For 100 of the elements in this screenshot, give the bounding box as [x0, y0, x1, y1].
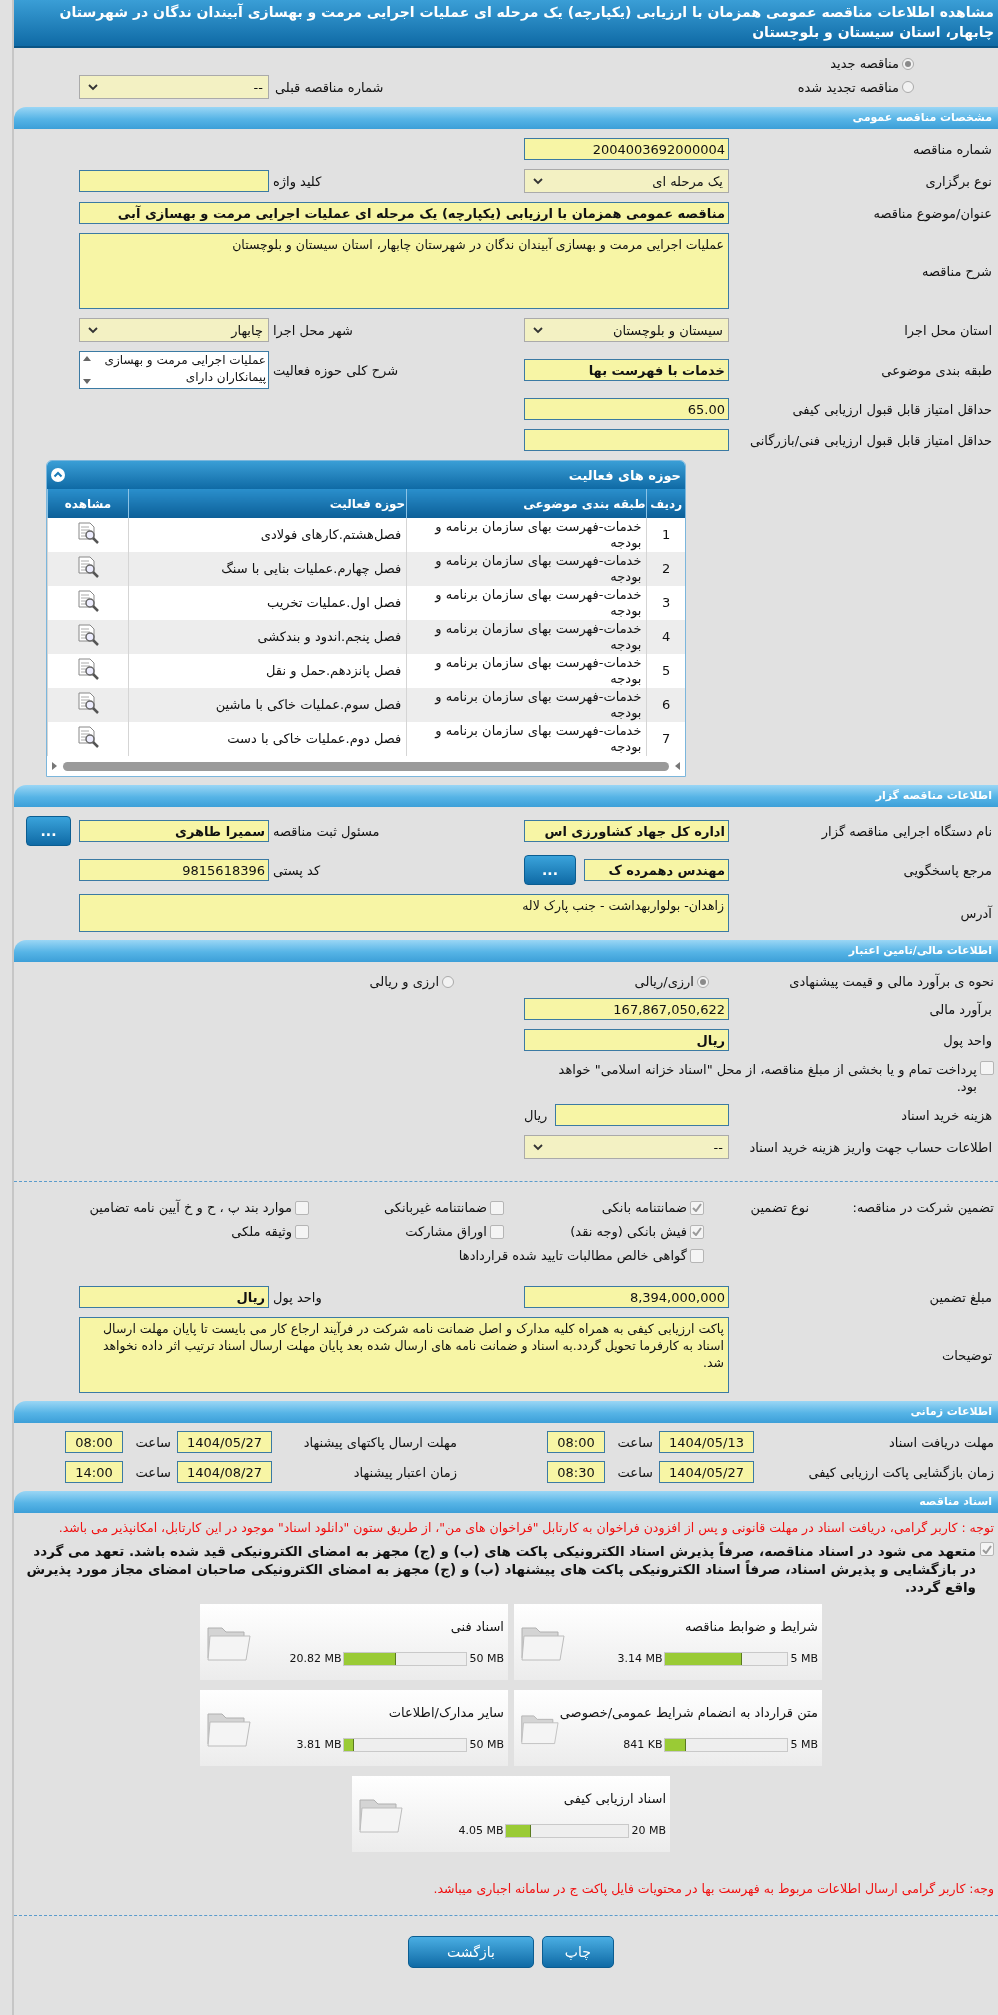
- column-header: ردیف: [647, 489, 685, 518]
- field-label: مبلغ تضمین: [928, 1289, 993, 1305]
- radio-label: ارزی و ریالی: [369, 974, 439, 989]
- checkbox-label: گواهی خالص مطالبات تایید شده قراردادها: [458, 1248, 687, 1263]
- table-cell: فصل چهارم.عملیات بنایی با سنگ: [128, 552, 407, 586]
- file-name: متن قرارداد به انضمام شرایط عمومی/خصوصی: [559, 1704, 818, 1720]
- action-button[interactable]: بازگشت: [408, 1936, 534, 1968]
- action-button[interactable]: چاپ: [541, 1936, 614, 1968]
- date-field[interactable]: 1404/05/27: [659, 1461, 754, 1483]
- date-field[interactable]: 1404/08/27: [177, 1461, 272, 1483]
- field-label: مهلت دریافت اسناد: [887, 1434, 994, 1450]
- input-field[interactable]: مناقصه عمومی همزمان با ارزیابی (یکپارچه) یک مرحله ای عملیات اجرایی مرمت و بهسازی آبی: [79, 202, 729, 224]
- time-field[interactable]: 14:00: [65, 1461, 123, 1483]
- field-label: آدرس: [959, 905, 994, 921]
- unit-label: ریال: [524, 1107, 548, 1123]
- select-field[interactable]: سیستان و بلوچستان: [524, 318, 729, 342]
- input-field[interactable]: 9815618396: [79, 859, 269, 881]
- input-field[interactable]: 8,394,000,000: [524, 1286, 729, 1308]
- column-header: طبقه بندی موضوعی: [406, 489, 647, 518]
- section-header: مشخصات مناقصه عمومی: [14, 107, 998, 129]
- field-label: ساعت: [134, 1434, 172, 1450]
- select-field[interactable]: --: [79, 75, 269, 99]
- field-label: عنوان/موضوع مناقصه: [872, 205, 993, 221]
- text-area[interactable]: پاکت ارزیابی کیفی به همراه کلیه مدارک و اصل ضمانت نامه شرکت در فرآیند ارجاع کار می بایست تا پایان مهلت ارسال اسناد به کارفرما تحویل گردد.به اسناد و ضمانت نامه های ارسال شده بعد پایان مهلت ارسال اسناد ترتیب اثر داده نخواهد شد.: [79, 1317, 729, 1393]
- notice-text: توجه : کاربر گرامی، دریافت اسناد در مهلت قانونی و پس از افزودن فراخوان به کارتابل "فراخوان های من"، از طریق ستون "دانلود اسناد" موجود در این کارتابل، امکانپذیر می باشد.: [57, 1519, 995, 1536]
- browse-button[interactable]: ...: [26, 816, 71, 846]
- time-field[interactable]: 08:00: [547, 1431, 605, 1453]
- select-field[interactable]: --: [524, 1135, 729, 1159]
- field-label: حداقل امتیاز قابل قبول ارزیابی فنی/بازرگانی: [748, 432, 993, 448]
- checkbox-label: اوراق مشارکت: [405, 1224, 487, 1239]
- input-field[interactable]: مهندس دهمرده ک: [584, 859, 729, 881]
- file-size: 20.82 MB: [289, 1652, 342, 1665]
- field-label: مسئول ثبت مناقصه: [272, 823, 381, 839]
- file-size: 841 KB: [623, 1738, 663, 1751]
- input-field[interactable]: اداره کل جهاد کشاورزی اس: [524, 820, 729, 842]
- input-field[interactable]: 2004003692000004: [524, 138, 729, 160]
- page-title: مشاهده اطلاعات مناقصه عمومی همزمان با ارزیابی (یکپارچه) یک مرحله ای عملیات اجرایی مرمت و بهسازی آبیندان ندگان در شهرستان چابهار، استان سیستان و بلوچستان: [14, 0, 998, 48]
- field-label: ساعت: [134, 1464, 172, 1480]
- date-field[interactable]: 1404/05/27: [177, 1431, 272, 1453]
- time-field[interactable]: 08:30: [547, 1461, 605, 1483]
- column-header: مشاهده: [47, 489, 129, 518]
- table-cell: 6: [647, 688, 685, 722]
- browse-button[interactable]: ...: [524, 855, 576, 885]
- input-field[interactable]: سمیرا طاهری: [79, 820, 269, 842]
- max-size: 50 MB: [469, 1738, 504, 1751]
- checkbox-label: متعهد می شود در اسناد مناقصه، صرفاً پذیرش اسناد الکترونیکی پاکت های (ب) و (ج) مجهز به امضای الکترونیکی قید شده باشد. تعهد می گردد در بازگشایی و پذیرش اسناد، صرفاً اسناد الکترونیکی پاکت های پیشنهاد (ب) و (ج) مجهز به امضای الکترونیکی صاحبان امضای مجاز مورد پذیرش واقع گردد.: [25, 1542, 976, 1596]
- input-field[interactable]: 167,867,050,622: [524, 998, 729, 1020]
- text-area[interactable]: زاهدان- بولواربهداشت - جنب پارک لاله: [79, 894, 729, 932]
- input-field[interactable]: ریال: [524, 1029, 729, 1051]
- field-label: تضمین شرکت در مناقصه:: [851, 1200, 994, 1215]
- field-label: استان محل اجرا: [903, 322, 993, 338]
- section-header: اطلاعات زمانی: [14, 1401, 998, 1423]
- checkbox-label: وثیقه ملکی: [231, 1224, 292, 1239]
- select-field[interactable]: چابهار: [79, 318, 269, 342]
- select-field[interactable]: یک مرحله ای: [524, 169, 729, 193]
- max-size: 50 MB: [469, 1652, 504, 1665]
- field-label: ساعت: [616, 1434, 654, 1450]
- checkbox-label: ضمانتنامه بانکی: [601, 1200, 687, 1215]
- field-label: هزینه خرید اسناد: [900, 1107, 993, 1123]
- file-name: اسناد فنی: [449, 1618, 504, 1634]
- field-label: حداقل امتیاز قابل قبول ارزیابی کیفی: [791, 401, 993, 417]
- field-label: کلید واژه: [272, 173, 323, 189]
- section-header: اسناد مناقصه: [14, 1491, 998, 1513]
- input-field[interactable]: 65.00: [524, 398, 729, 420]
- table-cell: خدمات-فهرست بهای سازمان برنامه و بودجه: [406, 688, 647, 722]
- field-label: مرجع پاسخگویی: [902, 862, 993, 878]
- max-size: 5 MB: [790, 1652, 818, 1665]
- list-box[interactable]: عملیات اجرایی مرمت و بهسازی پیمانکاران دارای: [79, 351, 269, 389]
- field-label: نام دستگاه اجرایی مناقصه گزار: [820, 823, 993, 839]
- checkbox-label: ضمانتنامه غیربانکی: [383, 1200, 487, 1215]
- field-label: واحد پول: [272, 1289, 323, 1305]
- field-label: کد پستی: [272, 862, 322, 878]
- field-label: نوع برگزاری: [924, 173, 993, 189]
- field-label: توضیحات: [941, 1347, 993, 1363]
- input-field[interactable]: خدمات با فهرست بها: [524, 359, 729, 381]
- checkbox-label: پرداخت تمام و یا بخشی از مبلغ مناقصه، از محل "اسناد خزانه اسلامی" خواهد بود.: [557, 1061, 977, 1095]
- radio-label: مناقصه تجدید شده: [797, 79, 899, 95]
- text-area[interactable]: عملیات اجرایی مرمت و بهسازی آبیندان ندگان در شهرستان چابهار، استان سیستان و بلوچستان: [79, 233, 729, 309]
- file-name: اسناد ارزیابی کیفی: [562, 1790, 666, 1806]
- file-size: 3.81 MB: [296, 1738, 342, 1751]
- file-name: سایر مدارک/اطلاعات: [387, 1704, 504, 1720]
- input-field[interactable]: ریال: [79, 1286, 269, 1308]
- field-label: برآورد مالی: [928, 1001, 993, 1017]
- field-label: نوع تضمین: [749, 1200, 809, 1215]
- section-header: اطلاعات مناقصه گزار: [14, 785, 998, 807]
- table-cell: فصل پنجم.اندود و بندکشی: [128, 620, 407, 654]
- time-field[interactable]: 08:00: [65, 1431, 123, 1453]
- checkbox-label: موارد بند پ ، ح و خ آیین نامه تضامین: [89, 1200, 292, 1215]
- date-field[interactable]: 1404/05/13: [659, 1431, 754, 1453]
- column-header: حوزه فعالیت: [128, 489, 407, 518]
- table-cell: 2: [647, 552, 685, 586]
- radio-label: ارزی/ریالی: [634, 974, 694, 989]
- field-label: واحد پول: [942, 1032, 993, 1048]
- field-label: ساعت: [616, 1464, 654, 1480]
- table-cell: خدمات-فهرست بهای سازمان برنامه و بودجه: [406, 620, 647, 654]
- file-size: 4.05 MB: [458, 1824, 504, 1837]
- field-label: مهلت ارسال پاکتهای پیشنهاد: [302, 1434, 457, 1450]
- field-label: شماره مناقصه قبلی: [274, 79, 385, 95]
- file-size: 3.14 MB: [617, 1652, 663, 1665]
- table-title: حوزه های فعالیت: [568, 467, 681, 483]
